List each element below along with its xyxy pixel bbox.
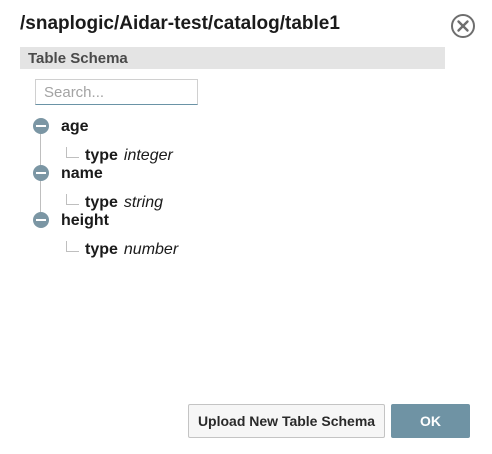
- tree-child-connector: [66, 241, 79, 252]
- tree-child-age-type: type integer: [85, 147, 173, 165]
- schema-tree: age type integer name type string height t…: [0, 0, 492, 300]
- ok-button[interactable]: OK: [391, 404, 470, 438]
- tree-node-name[interactable]: name: [61, 165, 103, 183]
- collapse-toggle-age[interactable]: [33, 118, 49, 134]
- collapse-toggle-height[interactable]: [33, 212, 49, 228]
- property-value: integer: [123, 147, 173, 164]
- property-key: type: [85, 194, 118, 211]
- property-key: type: [85, 147, 118, 164]
- tree-child-connector: [66, 147, 79, 158]
- tree-node-height[interactable]: height: [61, 212, 109, 230]
- upload-new-table-schema-button[interactable]: Upload New Table Schema: [188, 404, 385, 438]
- property-value: string: [123, 194, 164, 211]
- property-value: number: [123, 241, 179, 258]
- tree-node-age[interactable]: age: [61, 118, 89, 136]
- tree-child-connector: [66, 194, 79, 205]
- collapse-toggle-name[interactable]: [33, 165, 49, 181]
- property-key: type: [85, 241, 118, 258]
- tree-child-height-type: type number: [85, 241, 178, 259]
- tree-child-name-type: type string: [85, 194, 163, 212]
